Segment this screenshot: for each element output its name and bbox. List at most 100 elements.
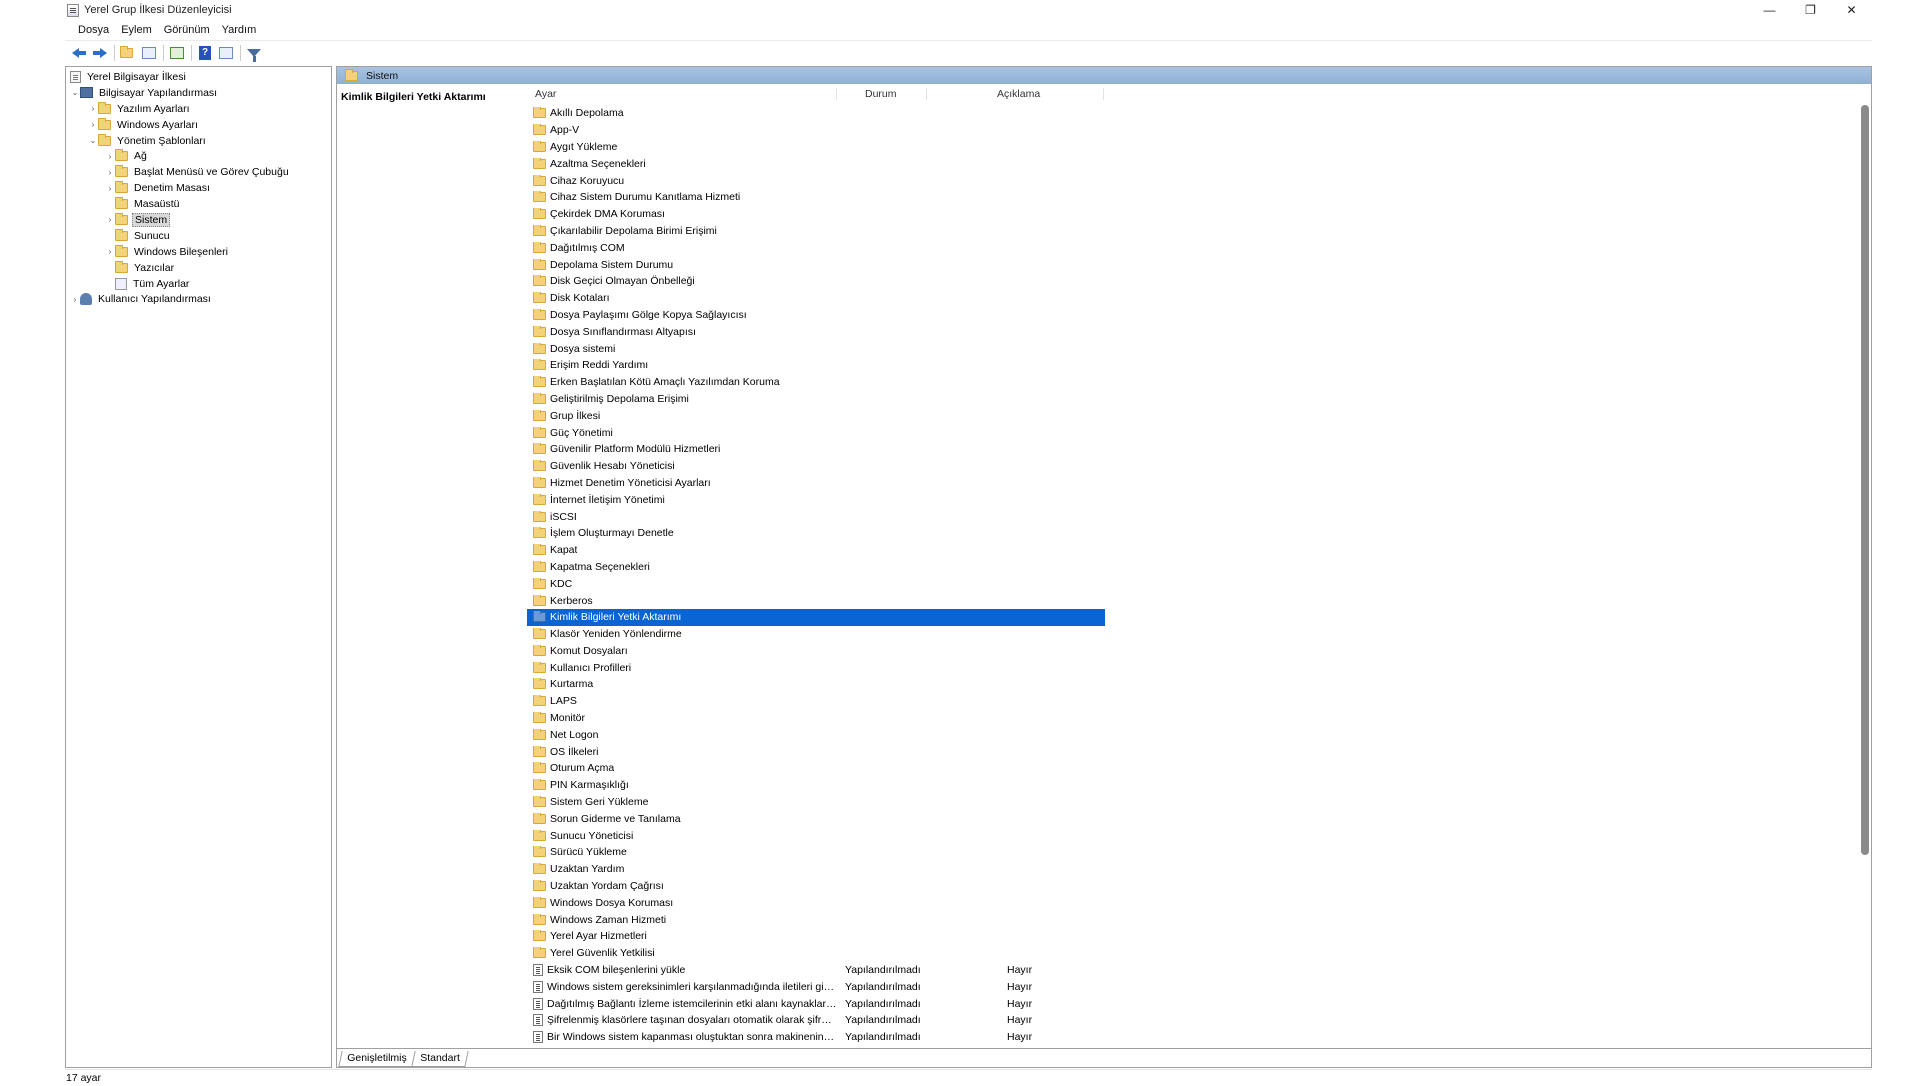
list-item-folder[interactable]: Çekirdek DMA Koruması [527,206,1105,223]
tree-item-network[interactable]: › Ağ [66,148,331,164]
menu-view[interactable]: Görünüm [158,24,216,36]
close-button[interactable]: ✕ [1831,0,1872,20]
vertical-scrollbar[interactable] [1861,87,1869,1046]
list-item-folder[interactable]: İnternet İletişim Yönetimi [527,491,1105,508]
list-item-folder[interactable]: Disk Kotaları [527,290,1105,307]
list-item-folder[interactable]: Akıllı Depolama [527,105,1105,122]
list-item-folder[interactable]: Sistem Geri Yükleme [527,794,1105,811]
export-list-button[interactable] [167,43,187,63]
expand-icon[interactable]: › [105,247,115,257]
settings-list[interactable]: Ayar Durum Açıklama Akıllı Depolama App-V… [527,85,1857,1048]
list-item-folder[interactable]: Komut Dosyaları [527,643,1105,660]
list-item-folder[interactable]: Kurtarma [527,676,1105,693]
tree-item-windows-components[interactable]: › Windows Bileşenleri [66,244,331,260]
list-item-folder[interactable]: Sorun Giderme ve Tanılama [527,810,1105,827]
expand-icon[interactable]: › [105,215,115,225]
column-header-state[interactable]: Durum [837,88,927,100]
list-item-folder[interactable]: OS İlkeleri [527,743,1105,760]
list-item-folder[interactable]: Kapat [527,542,1105,559]
list-item-folder[interactable]: Dosya sistemi [527,340,1105,357]
list-item-folder[interactable]: Net Logon [527,726,1105,743]
tab-extended[interactable]: Genişletilmiş [338,1051,416,1067]
list-item-folder[interactable]: Cihaz Sistem Durumu Kanıtlama Hizmeti [527,189,1105,206]
list-item-folder[interactable]: Kimlik Bilgileri Yetki Aktarımı [527,608,1105,626]
menu-file[interactable]: Dosya [72,24,115,36]
list-item-folder[interactable]: KDC [527,575,1105,592]
tree-item-user-config[interactable]: › Kullanıcı Yapılandırması [66,291,331,307]
list-item-folder[interactable]: Uzaktan Yardım [527,861,1105,878]
list-item-folder[interactable]: App-V [527,122,1105,139]
list-item-folder[interactable]: Depolama Sistem Durumu [527,256,1105,273]
list-item-folder[interactable]: Windows Dosya Koruması [527,894,1105,911]
tree-item-system[interactable]: › Sistem [66,212,331,228]
list-item-folder[interactable]: Kapatma Seçenekleri [527,559,1105,576]
list-item-folder[interactable]: iSCSI [527,508,1105,525]
expand-icon[interactable]: › [105,167,115,177]
collapse-icon[interactable]: ⌄ [70,88,80,98]
expand-icon[interactable]: › [88,120,98,130]
list-item-folder[interactable]: Yerel Ayar Hizmetleri [527,928,1105,945]
forward-button[interactable] [90,43,110,63]
list-item-folder[interactable]: Monitör [527,710,1105,727]
list-item-folder[interactable]: Yerel Güvenlik Yetkilisi [527,945,1105,962]
tree-item-printers[interactable]: Yazıcılar [66,260,331,276]
list-item-folder[interactable]: Sunucu Yöneticisi [527,827,1105,844]
expand-icon[interactable]: › [105,183,115,193]
list-item-setting[interactable]: Dağıtılmış Bağlantı İzleme istemcilerini… [527,995,1105,1012]
list-item-setting[interactable]: Eksik COM bileşenlerini yükle Yapılandırı… [527,962,1105,979]
filter-button[interactable] [244,43,264,63]
list-item-folder[interactable]: Oturum Açma [527,760,1105,777]
list-item-folder[interactable]: Geliştirilmiş Depolama Erişimi [527,391,1105,408]
list-item-setting[interactable]: Şifrelenmiş klasörlere taşınan dosyaları… [527,1012,1105,1029]
list-item-folder[interactable]: Klasör Yeniden Yönlendirme [527,626,1105,643]
list-item-folder[interactable]: Dosya Sınıflandırması Altyapısı [527,323,1105,340]
column-header-comment[interactable]: Açıklama [927,88,1104,100]
column-header-setting[interactable]: Ayar [527,88,837,100]
menu-help[interactable]: Yardım [216,24,263,36]
list-item-folder[interactable]: Güç Yönetimi [527,424,1105,441]
tree-item-server[interactable]: Sunucu [66,228,331,244]
list-item-folder[interactable]: Kullanıcı Profilleri [527,659,1105,676]
tree-item-control-panel[interactable]: › Denetim Masası [66,180,331,196]
scrollbar-thumb[interactable] [1861,105,1869,855]
tab-standard[interactable]: Standart [410,1051,468,1067]
help-button[interactable]: ? [195,43,215,63]
tree-item-admin-templates[interactable]: ⌄ Yönetim Şablonları [66,133,331,149]
list-item-folder[interactable]: Azaltma Seçenekleri [527,155,1105,172]
tree-item-all-settings[interactable]: Tüm Ayarlar [66,276,331,292]
restore-button[interactable]: ❐ [1790,0,1831,20]
collapse-icon[interactable]: ⌄ [88,136,98,146]
list-item-folder[interactable]: Güvenlik Hesabı Yöneticisi [527,458,1105,475]
list-item-folder[interactable]: LAPS [527,693,1105,710]
expand-icon[interactable]: › [88,104,98,114]
back-button[interactable] [69,43,89,63]
minimize-button[interactable]: — [1749,0,1790,20]
list-item-folder[interactable]: Aygıt Yükleme [527,139,1105,156]
list-item-folder[interactable]: PIN Karmaşıklığı [527,777,1105,794]
list-item-folder[interactable]: Sürücü Yükleme [527,844,1105,861]
tree-item-desktop[interactable]: Masaüstü [66,196,331,212]
list-item-folder[interactable]: Güvenilir Platform Modülü Hizmetleri [527,441,1105,458]
list-item-setting[interactable]: Bir Windows sistem kapanması oluştuktan … [527,1029,1105,1046]
menu-action[interactable]: Eylem [115,24,158,36]
list-item-folder[interactable]: Windows Zaman Hizmeti [527,911,1105,928]
list-item-folder[interactable]: Dosya Paylaşımı Gölge Kopya Sağlayıcısı [527,307,1105,324]
up-level-button[interactable] [118,43,138,63]
list-item-folder[interactable]: Kerberos [527,592,1105,609]
list-item-folder[interactable]: Erken Başlatılan Kötü Amaçlı Yazılımdan … [527,374,1105,391]
list-item-folder[interactable]: Grup İlkesi [527,407,1105,424]
list-item-folder[interactable]: İşlem Oluşturmayı Denetle [527,525,1105,542]
list-item-folder[interactable]: Çıkarılabilir Depolama Birimi Erişimi [527,223,1105,240]
tree-item-root[interactable]: Yerel Bilgisayar İlkesi [66,69,331,85]
list-item-folder[interactable]: Hizmet Denetim Yöneticisi Ayarları [527,475,1105,492]
navigation-tree-pane[interactable]: Yerel Bilgisayar İlkesi ⌄ Bilgisayar Yap… [65,66,332,1068]
list-item-folder[interactable]: Disk Geçici Olmayan Önbelleği [527,273,1105,290]
properties-button[interactable] [216,43,236,63]
tree-item-start-menu[interactable]: › Başlat Menüsü ve Görev Çubuğu [66,164,331,180]
list-item-folder[interactable]: Cihaz Koruyucu [527,172,1105,189]
list-item-folder[interactable]: Dağıtılmış COM [527,239,1105,256]
list-item-folder[interactable]: Uzaktan Yordam Çağrısı [527,878,1105,895]
tree-item-computer-config[interactable]: ⌄ Bilgisayar Yapılandırması [66,85,331,101]
expand-icon[interactable]: › [70,294,80,304]
show-hide-tree-button[interactable] [139,43,159,63]
